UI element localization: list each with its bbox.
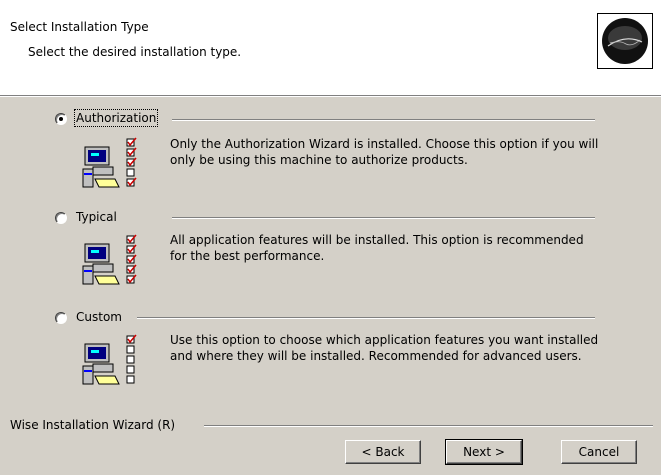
option-description: Only the Authorization Wizard is install… [170,137,599,167]
page-subtitle: Select the desired installation type. [28,45,242,59]
footer-divider [204,425,653,427]
radio-custom[interactable] [55,312,67,324]
dialog-header: Select Installation Type Select the desi… [0,0,661,95]
radio-label-custom[interactable]: Custom [76,310,122,324]
option-description: All application features will be install… [170,233,584,263]
computer-features-icon [81,334,147,393]
header-divider [0,95,661,97]
radio-typical[interactable] [55,212,67,224]
installer-logo-icon [597,13,653,69]
radio-label-typical[interactable]: Typical [76,210,117,224]
back-button[interactable]: < Back [345,440,421,464]
computer-features-icon [81,234,147,293]
radio-label-authorization[interactable]: Authorization [73,109,159,127]
radio-authorization[interactable] [55,113,67,125]
computer-features-icon [81,137,147,196]
option-description: Use this option to choose which applicat… [170,333,599,363]
group-divider [172,119,595,121]
group-divider [137,317,595,319]
group-divider [172,217,595,219]
wizard-brand-label: Wise Installation Wizard (R) [10,418,176,432]
page-title: Select Installation Type [10,20,149,34]
next-button[interactable]: Next > [445,439,523,465]
cancel-button[interactable]: Cancel [561,440,637,464]
